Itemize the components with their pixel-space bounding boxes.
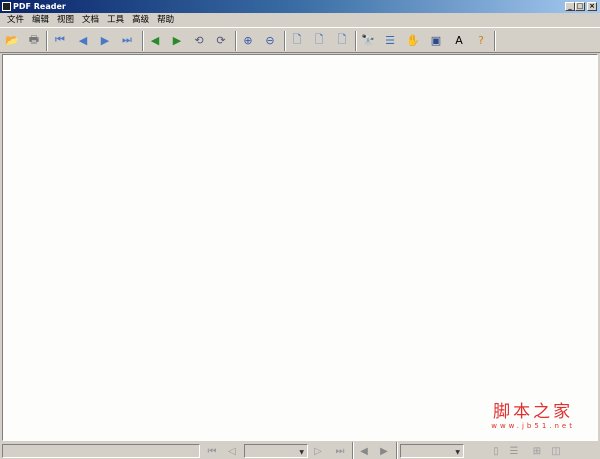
minimize-button[interactable]: _ [565, 2, 575, 11]
title-bar: PDF Reader _ □ × [0, 0, 600, 13]
toolbar-separator [235, 31, 237, 51]
status-back-icon[interactable]: ◀ [357, 444, 371, 458]
menu-help[interactable]: 帮助 [153, 13, 178, 27]
menu-tools[interactable]: 工具 [103, 13, 128, 27]
find-icon[interactable]: 🔭 [361, 33, 375, 47]
actual-size-icon[interactable]: 🗋 [290, 33, 304, 47]
status-text-field [2, 444, 200, 458]
menu-bar: 文件 编辑 视图 文档 工具 高级 帮助 [0, 13, 600, 27]
first-page-icon[interactable]: ⏮ [53, 33, 67, 47]
watermark-url: www.jb51.net [491, 422, 575, 430]
zoom-in-icon[interactable]: ⊕ [241, 33, 255, 47]
facing-pages-icon[interactable]: ◫ [549, 444, 563, 458]
fit-width-icon[interactable]: 🗋 [335, 33, 349, 47]
maximize-button[interactable]: □ [575, 2, 585, 11]
facing-continuous-icon[interactable]: ⊞ [530, 444, 544, 458]
status-bar: ⏮ ◁ ▼ ▷ ⏭ ◀ ▶ ▼ ▯ ☰ ⊞ ◫ [0, 442, 600, 459]
menu-advanced[interactable]: 高级 [128, 13, 153, 27]
rotate-right-icon[interactable]: ⟳ [214, 33, 228, 47]
toolbar-separator [142, 31, 144, 51]
status-prev-page-icon[interactable]: ◁ [225, 444, 239, 458]
hand-tool-icon[interactable]: ✋ [406, 33, 420, 47]
watermark-title: 脚本之家 [493, 402, 574, 422]
toolbar: 📂 🖶 ⏮ ◀ ▶ ⏭ ◀ ▶ ⟲ ⟳ ⊕ ⊖ 🗋 🗋 🗋 🔭 ☰ ✋ ▣ A? [0, 27, 600, 53]
forward-icon[interactable]: ▶ [170, 33, 184, 47]
menu-edit[interactable]: 编辑 [28, 13, 53, 27]
print-icon[interactable]: 🖶 [27, 33, 41, 47]
separator [396, 442, 398, 459]
separator [352, 442, 354, 459]
status-next-page-icon[interactable]: ▷ [311, 444, 325, 458]
document-view[interactable]: 脚本之家 www.jb51.net [2, 54, 598, 441]
toolbar-separator [355, 31, 357, 51]
toolbar-separator [46, 31, 48, 51]
close-button[interactable]: × [587, 2, 597, 11]
snapshot-icon[interactable]: ▣ [429, 33, 443, 47]
text-select-icon[interactable]: A [452, 33, 466, 47]
back-icon[interactable]: ◀ [148, 33, 162, 47]
help-icon[interactable]: ? [474, 33, 488, 47]
app-icon [2, 2, 11, 11]
continuous-page-icon[interactable]: ☰ [507, 444, 521, 458]
open-folder-icon[interactable]: 📂 [5, 33, 19, 47]
menu-file[interactable]: 文件 [3, 13, 28, 27]
zoom-combo[interactable]: ▼ [400, 444, 464, 458]
status-last-page-icon[interactable]: ⏭ [333, 444, 347, 458]
bookmarks-icon[interactable]: ☰ [383, 33, 397, 47]
chevron-down-icon: ▼ [455, 449, 460, 456]
prev-page-icon[interactable]: ◀ [76, 33, 90, 47]
next-page-icon[interactable]: ▶ [98, 33, 112, 47]
status-forward-icon[interactable]: ▶ [377, 444, 391, 458]
page-number-combo[interactable]: ▼ [244, 444, 308, 458]
menu-view[interactable]: 视图 [53, 13, 78, 27]
watermark: 脚本之家 www.jb51.net [491, 397, 575, 430]
window-title: PDF Reader [13, 2, 66, 11]
fit-page-icon[interactable]: 🗋 [312, 33, 326, 47]
status-first-page-icon[interactable]: ⏮ [205, 444, 219, 458]
rotate-left-icon[interactable]: ⟲ [192, 33, 206, 47]
chevron-down-icon: ▼ [299, 449, 304, 456]
toolbar-separator [494, 31, 496, 51]
menu-document[interactable]: 文档 [78, 13, 103, 27]
zoom-out-icon[interactable]: ⊖ [263, 33, 277, 47]
single-page-icon[interactable]: ▯ [489, 444, 503, 458]
toolbar-separator [284, 31, 286, 51]
last-page-icon[interactable]: ⏭ [120, 33, 134, 47]
